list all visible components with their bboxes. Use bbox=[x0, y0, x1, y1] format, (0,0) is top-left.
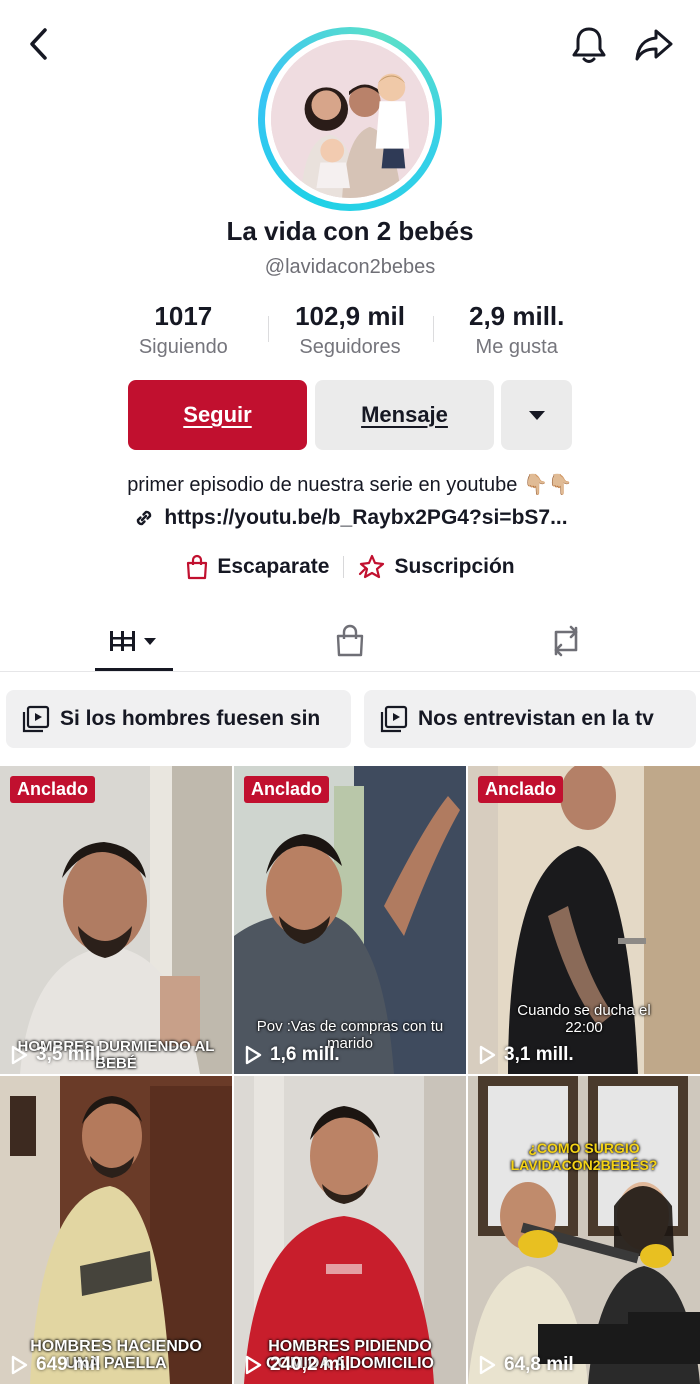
view-count-text: 3,5 mill. bbox=[36, 1044, 106, 1065]
subscription-link[interactable]: Suscripción bbox=[348, 554, 524, 580]
stat-value: 102,9 mil bbox=[295, 301, 405, 331]
view-count-text: 240,2 mil bbox=[270, 1354, 351, 1375]
profile-link[interactable]: https://youtu.be/b_Raybx2PG4?si=bS7... bbox=[0, 506, 700, 530]
view-count-text: 649 mil bbox=[36, 1354, 101, 1375]
view-count: 3,1 mill. bbox=[478, 1044, 574, 1066]
profile-tabs bbox=[0, 610, 700, 672]
view-count-text: 1,6 mill. bbox=[270, 1044, 340, 1065]
stat-following[interactable]: 1017 Siguiendo bbox=[100, 298, 267, 362]
view-count: 1,6 mill. bbox=[244, 1044, 340, 1066]
tab-reposts[interactable] bbox=[526, 610, 606, 672]
view-count-text: 3,1 mill. bbox=[504, 1044, 574, 1065]
profile-handle: @lavidacon2bebes bbox=[264, 256, 436, 278]
link-icon bbox=[137, 510, 152, 526]
grid-icon bbox=[110, 631, 156, 651]
subscription-label: Suscripción bbox=[394, 555, 515, 578]
play-icon bbox=[245, 1355, 262, 1375]
view-count: 3,5 mill. bbox=[10, 1044, 106, 1066]
playlist-title: Nos entrevistan en la tv bbox=[418, 707, 654, 730]
stat-divider bbox=[268, 316, 269, 342]
playlist-icon bbox=[22, 705, 50, 733]
active-tab-indicator bbox=[95, 668, 173, 671]
profile-stats: 1017 Siguiendo 102,9 mil Seguidores 2,9 … bbox=[100, 298, 600, 362]
chevron-left-icon[interactable] bbox=[18, 24, 58, 64]
play-icon bbox=[245, 1045, 262, 1065]
tab-videos[interactable] bbox=[95, 610, 173, 672]
more-options-button[interactable] bbox=[501, 380, 572, 450]
view-count: 649 mil bbox=[10, 1354, 100, 1376]
stat-followers[interactable]: 102,9 mil Seguidores bbox=[267, 298, 434, 362]
pinned-badge: Anclado bbox=[478, 776, 564, 803]
profile-name: La vida con 2 bebés bbox=[226, 216, 474, 246]
message-button[interactable]: Mensaje bbox=[315, 380, 494, 450]
stat-label: Siguiendo bbox=[138, 336, 228, 358]
playlist-chip[interactable]: Si los hombres fuesen sin bbox=[6, 690, 351, 748]
video-tile[interactable]: Hombres pidiendo comida a domicilio 240,… bbox=[234, 1076, 466, 1384]
stat-label: Me gusta bbox=[475, 336, 558, 358]
video-tile[interactable]: Anclado Pov :Vas de compras con tu marid… bbox=[234, 766, 466, 1074]
view-count-text: 64,8 mil bbox=[504, 1354, 574, 1375]
share-arrow-icon[interactable] bbox=[630, 22, 678, 68]
avatar[interactable] bbox=[271, 40, 429, 198]
video-caption: Cuando se ducha el 22:00 bbox=[517, 1002, 651, 1036]
play-icon bbox=[11, 1355, 28, 1375]
stat-likes[interactable]: 2,9 mill. Me gusta bbox=[433, 298, 600, 362]
showcase-link[interactable]: Escaparate bbox=[175, 554, 339, 580]
stat-value: 1017 bbox=[154, 301, 213, 331]
play-icon bbox=[479, 1355, 496, 1375]
video-thumbnail bbox=[468, 1076, 700, 1384]
video-caption: ¿Como surgió lavidacon2bebés? bbox=[510, 1140, 658, 1173]
stat-label: Seguidores bbox=[299, 336, 401, 358]
playlist-chip[interactable]: Nos entrevistan en la tv bbox=[364, 690, 696, 748]
star-badge-icon bbox=[359, 554, 385, 579]
pinned-badge: Anclado bbox=[244, 776, 330, 803]
playlists-row: Si los hombres fuesen sin Nos entrevista… bbox=[6, 690, 696, 750]
video-tile[interactable]: Anclado Hombres durmiendo al bebé 3,5 mi… bbox=[0, 766, 232, 1074]
play-icon bbox=[11, 1045, 28, 1065]
caret-down-icon bbox=[528, 410, 545, 420]
view-count: 240,2 mil bbox=[244, 1354, 350, 1376]
family-photo bbox=[271, 40, 429, 198]
shop-bar: Escaparate Suscripción bbox=[0, 554, 700, 580]
video-tile[interactable]: ¿Como surgió lavidacon2bebés? 64,8 mil bbox=[468, 1076, 700, 1384]
video-tile[interactable]: Anclado Cuando se ducha el 22:00 3,1 mil… bbox=[468, 766, 700, 1074]
pinned-badge: Anclado bbox=[10, 776, 96, 803]
stat-value: 2,9 mill. bbox=[468, 301, 565, 331]
view-count: 64,8 mil bbox=[478, 1354, 574, 1376]
repost-icon bbox=[554, 625, 578, 657]
stat-divider bbox=[433, 316, 434, 342]
video-thumbnail bbox=[0, 766, 232, 1074]
video-tile[interactable]: Hombres haciendo una paella 649 mil bbox=[0, 1076, 232, 1384]
avatar-ring bbox=[258, 27, 442, 211]
playlist-title: Si los hombres fuesen sin bbox=[60, 707, 321, 730]
showcase-label: Escaparate bbox=[217, 555, 330, 578]
playlist-icon bbox=[380, 705, 408, 733]
shopping-bag-icon bbox=[336, 624, 364, 657]
bell-icon[interactable] bbox=[566, 22, 612, 68]
shop-divider bbox=[343, 556, 345, 578]
video-grid: Anclado Hombres durmiendo al bebé 3,5 mi… bbox=[0, 766, 700, 1391]
link-text: https://youtu.be/b_Raybx2PG4?si=bS7... bbox=[164, 506, 568, 529]
shopping-bag-icon bbox=[187, 554, 208, 580]
follow-button[interactable]: Seguir bbox=[128, 380, 307, 450]
tab-shop[interactable] bbox=[310, 610, 390, 672]
profile-bio: primer episodio de nuestra serie en yout… bbox=[127, 474, 573, 496]
play-icon bbox=[479, 1045, 496, 1065]
